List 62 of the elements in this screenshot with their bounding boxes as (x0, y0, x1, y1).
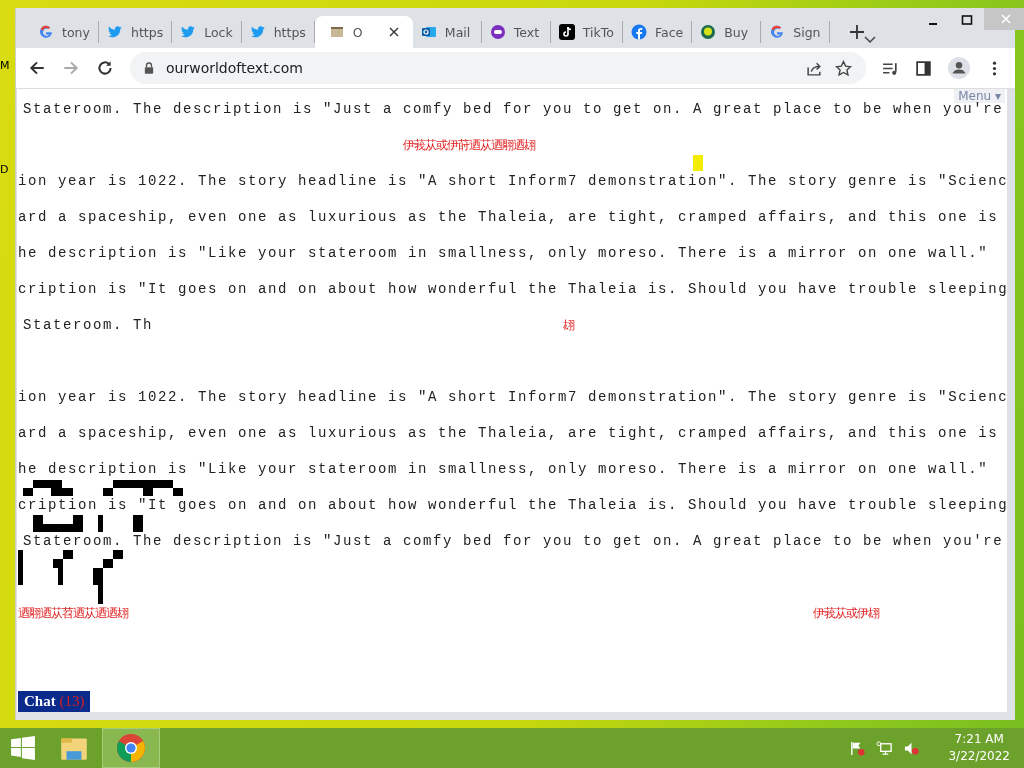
chat-icon (489, 24, 506, 40)
lock-icon (144, 62, 154, 74)
chevron-icon[interactable] (864, 36, 877, 44)
star-icon[interactable] (835, 59, 852, 77)
google-icon (769, 24, 786, 40)
profile-icon[interactable] (948, 57, 970, 79)
text-line: ion year is 1022. The story headline is "A short Inform7 demonstration". The story genre is "Scienc (18, 173, 1007, 189)
browser-tab[interactable]: O (314, 16, 413, 48)
text-cursor (693, 155, 703, 171)
clock-date: 3/22/2022 (948, 748, 1010, 765)
text-line: ion year is 1022. The story headline is "A short Inform7 demonstration". The story genre is "Scienc (18, 389, 1007, 405)
maximize-icon[interactable] (961, 14, 974, 26)
reload-icon[interactable] (96, 59, 114, 77)
close-icon[interactable] (388, 27, 399, 37)
chrome-icon (116, 733, 146, 763)
bubble-icon (700, 24, 717, 40)
desktop-label: M (0, 60, 10, 72)
close-icon (1000, 13, 1013, 25)
facebook-icon (631, 24, 647, 40)
text-line: ard a spaceship, even one as luxurious as the Thaleia, are tight, cramped affairs, and this one is (18, 209, 999, 225)
bird-icon (249, 24, 266, 40)
browser-tab[interactable]: Text (481, 21, 551, 43)
back-icon[interactable] (28, 59, 46, 77)
side-panel-icon[interactable] (915, 59, 932, 77)
chat-button[interactable]: Chat (13) (18, 691, 91, 712)
clock-time: 7:21 AM (954, 731, 1004, 748)
text-line: cription is "It goes on and on about how wonderful the Thaleia is. Should you have trouble sleeping (18, 497, 1007, 513)
scroll-icon (328, 24, 345, 40)
browser-tab[interactable]: https (99, 21, 173, 43)
google-icon (38, 24, 54, 40)
text-line: cription is "It goes on and on about how wonderful the Thaleia is. Should you have trouble sleeping (18, 281, 1007, 297)
browser-tab[interactable]: Lock (172, 21, 242, 43)
browser-tab[interactable]: TikTo (550, 21, 623, 43)
flag-icon[interactable] (849, 739, 867, 757)
text-line: Stateroom. The description is "Just a comfy bed for you to get on. A great place to be when you're (23, 101, 1004, 117)
browser-tab[interactable]: tony (30, 21, 99, 43)
bird-icon (180, 24, 197, 40)
browser-tab[interactable]: Buy (692, 21, 762, 43)
browser-tab[interactable]: Sign (761, 21, 831, 43)
music-note-icon (558, 24, 575, 40)
text-line: ard a spaceship, even one as luxurious as the Thaleia, are tight, cramped affairs, and this one is (18, 425, 999, 441)
text-line: Stateroom. Th (23, 317, 154, 333)
desktop-label: D (0, 164, 9, 176)
new-tab-icon[interactable] (850, 25, 865, 39)
cjk-text: 翃 (563, 316, 574, 334)
cjk-text: 伊莪苁或伊莳迺苁迺翢迺翃 (403, 136, 535, 154)
cjk-text: 伊莪苁或伊翃 (813, 604, 879, 622)
clock[interactable]: 7:21 AM 3/22/2022 (948, 731, 1010, 765)
taskbar-button[interactable] (102, 728, 160, 768)
browser-tab[interactable]: Mail (412, 21, 482, 43)
bird-icon (107, 24, 123, 40)
menu-button[interactable]: Menu ▾ (954, 89, 1005, 103)
browser-tab[interactable]: Face (623, 21, 693, 43)
mail-icon (420, 24, 437, 40)
windows-logo-icon[interactable] (10, 735, 36, 761)
address-bar[interactable]: ourworldoftext.com (130, 52, 866, 84)
text-line: he description is "Like your stateroom in smallness, only moreso. There is a mirror on one wall." (18, 245, 989, 261)
browser-tab[interactable]: https (241, 21, 315, 43)
text-line: he description is "Like your stateroom in smallness, only moreso. There is a mirror on one wall." (18, 461, 989, 477)
text-line: Stateroom. The description is "Just a comfy bed for you to get on. A great place to be when you're (23, 533, 1004, 549)
cjk-text: 迺翢迺苁苕迺苁迺迺翃 (18, 604, 128, 622)
network-icon[interactable] (876, 739, 894, 757)
